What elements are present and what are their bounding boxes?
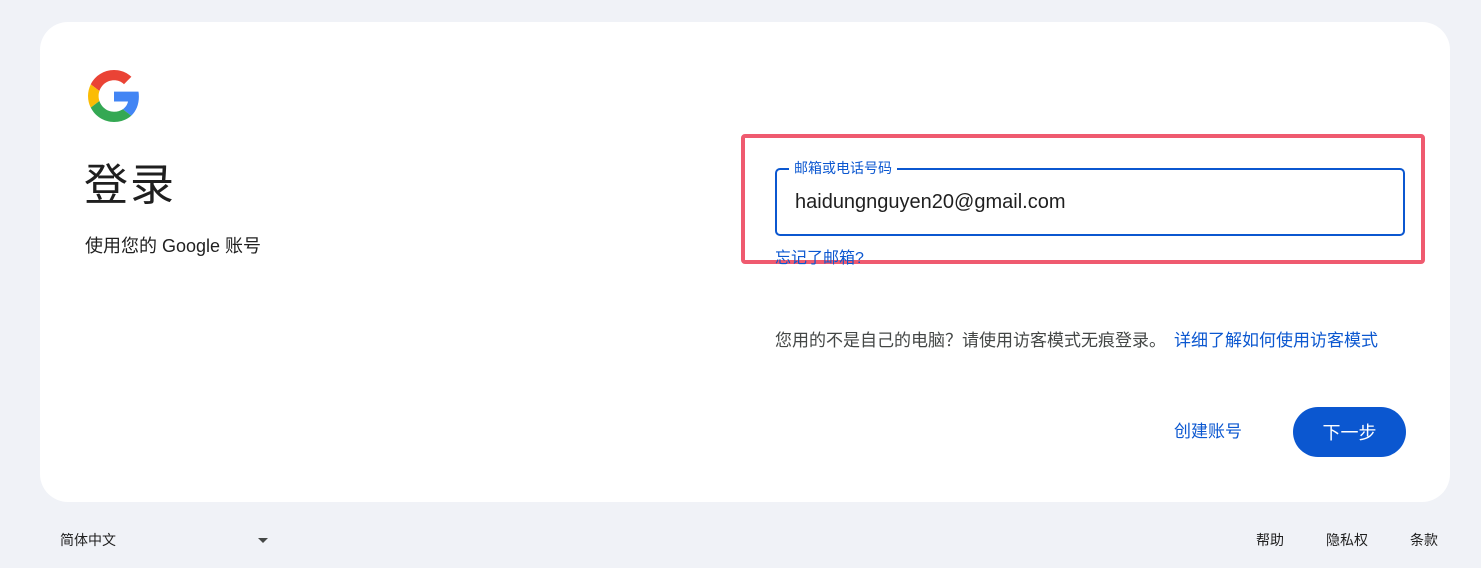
page-title: 登录 [84, 161, 176, 210]
google-g-icon [88, 70, 139, 122]
footer-link-terms[interactable]: 条款 [1409, 530, 1439, 550]
google-logo [88, 70, 140, 122]
guest-mode-learn-more-link[interactable]: 详细了解如何使用访客模式 [1174, 331, 1378, 350]
create-account-button[interactable]: 创建账号 [1160, 408, 1256, 456]
signin-card: 登录 使用您的 Google 账号 邮箱或电话号码 忘记了邮箱? 您用的不是自己… [40, 22, 1450, 502]
next-button[interactable]: 下一步 [1293, 407, 1406, 457]
chevron-down-icon [258, 537, 268, 543]
footer-links: 帮助 隐私权 条款 [1215, 522, 1439, 558]
language-selector[interactable]: 简体中文 [48, 522, 274, 558]
email-input[interactable] [777, 170, 1403, 234]
language-label: 简体中文 [60, 532, 116, 548]
page-subtitle: 使用您的 Google 账号 [85, 236, 262, 256]
footer-link-help[interactable]: 帮助 [1255, 530, 1285, 550]
forgot-email-link[interactable]: 忘记了邮箱? [775, 248, 864, 270]
guest-mode-text: 您用的不是自己的电脑？请使用访客模式无痕登录。 [775, 331, 1166, 350]
email-field[interactable]: 邮箱或电话号码 [775, 158, 1405, 236]
guest-mode-note: 您用的不是自己的电脑？请使用访客模式无痕登录。 详细了解如何使用访客模式 [775, 329, 1378, 353]
footer-link-privacy[interactable]: 隐私权 [1325, 530, 1369, 550]
